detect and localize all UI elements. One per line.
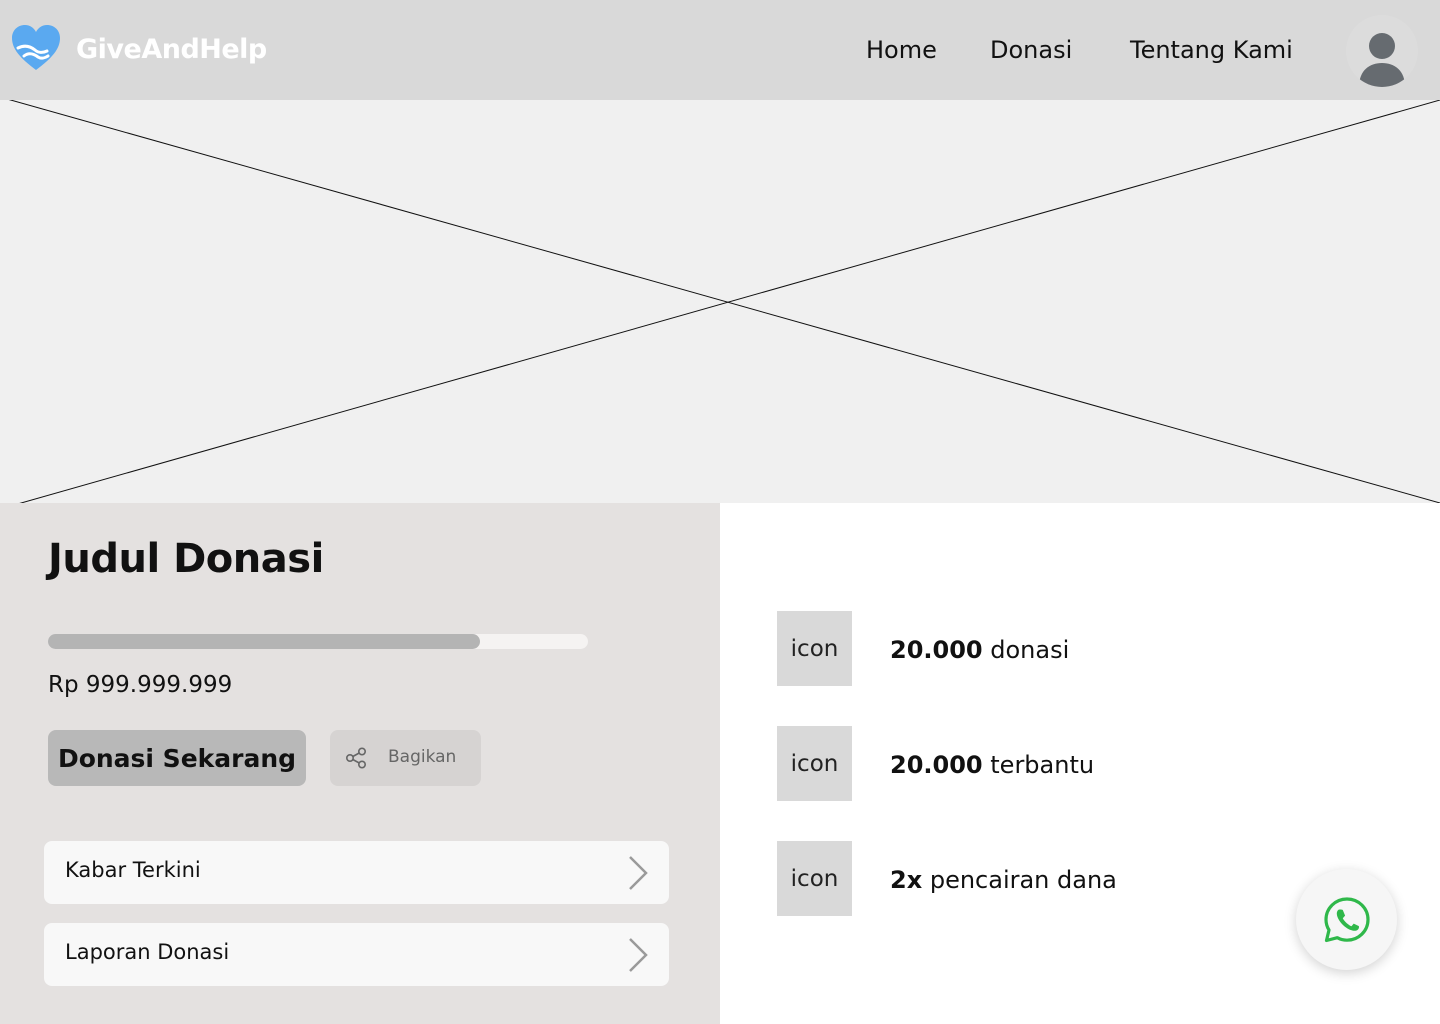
chevron-right-icon bbox=[629, 856, 648, 890]
list-item-label: Kabar Terkini bbox=[65, 858, 201, 882]
nav-home[interactable]: Home bbox=[866, 36, 937, 64]
stat-pencairan: 2x pencairan dana bbox=[890, 866, 1117, 894]
share-button[interactable]: Bagikan bbox=[330, 730, 481, 786]
stat-donasi: 20.000 donasi bbox=[890, 636, 1069, 664]
top-navbar: GiveAndHelp Home Donasi Tentang Kami bbox=[0, 0, 1440, 100]
whatsapp-icon bbox=[1324, 897, 1370, 943]
stat-value: 20.000 bbox=[890, 751, 983, 779]
stat-donasi-icon: icon bbox=[777, 611, 852, 686]
stat-value: 2x bbox=[890, 866, 923, 894]
collected-amount: Rp 999.999.999 bbox=[48, 672, 233, 698]
hero-image-placeholder bbox=[0, 100, 1440, 503]
campaign-panel: Judul Donasi Rp 999.999.999 Donasi Sekar… bbox=[0, 503, 720, 1024]
chevron-right-icon bbox=[629, 938, 648, 972]
stat-terbantu: 20.000 terbantu bbox=[890, 751, 1094, 779]
stat-label: terbantu bbox=[990, 751, 1095, 779]
user-avatar[interactable] bbox=[1346, 15, 1418, 87]
nav-donasi[interactable]: Donasi bbox=[990, 36, 1072, 64]
share-label: Bagikan bbox=[388, 747, 457, 767]
share-icon bbox=[345, 747, 367, 769]
stat-pencairan-icon: icon bbox=[777, 841, 852, 916]
campaign-title: Judul Donasi bbox=[48, 536, 324, 582]
image-placeholder-cross bbox=[8, 100, 1440, 503]
list-item-laporan-donasi[interactable]: Laporan Donasi bbox=[44, 923, 669, 986]
donation-progress-fill bbox=[48, 634, 480, 649]
nav-tentang-kami[interactable]: Tentang Kami bbox=[1130, 36, 1293, 64]
list-item-label: Laporan Donasi bbox=[65, 940, 230, 964]
list-item-kabar-terkini[interactable]: Kabar Terkini bbox=[44, 841, 669, 904]
heart-hands-logo-icon[interactable] bbox=[10, 24, 62, 72]
whatsapp-chat-button[interactable] bbox=[1296, 869, 1397, 970]
donate-now-button[interactable]: Donasi Sekarang bbox=[48, 730, 306, 786]
stat-terbantu-icon: icon bbox=[777, 726, 852, 801]
stat-label: pencairan dana bbox=[929, 866, 1117, 894]
stat-label: donasi bbox=[990, 636, 1070, 664]
user-icon bbox=[1359, 33, 1405, 87]
donation-progress-bar bbox=[48, 634, 588, 649]
brand-name[interactable]: GiveAndHelp bbox=[76, 34, 267, 65]
stat-value: 20.000 bbox=[890, 636, 983, 664]
